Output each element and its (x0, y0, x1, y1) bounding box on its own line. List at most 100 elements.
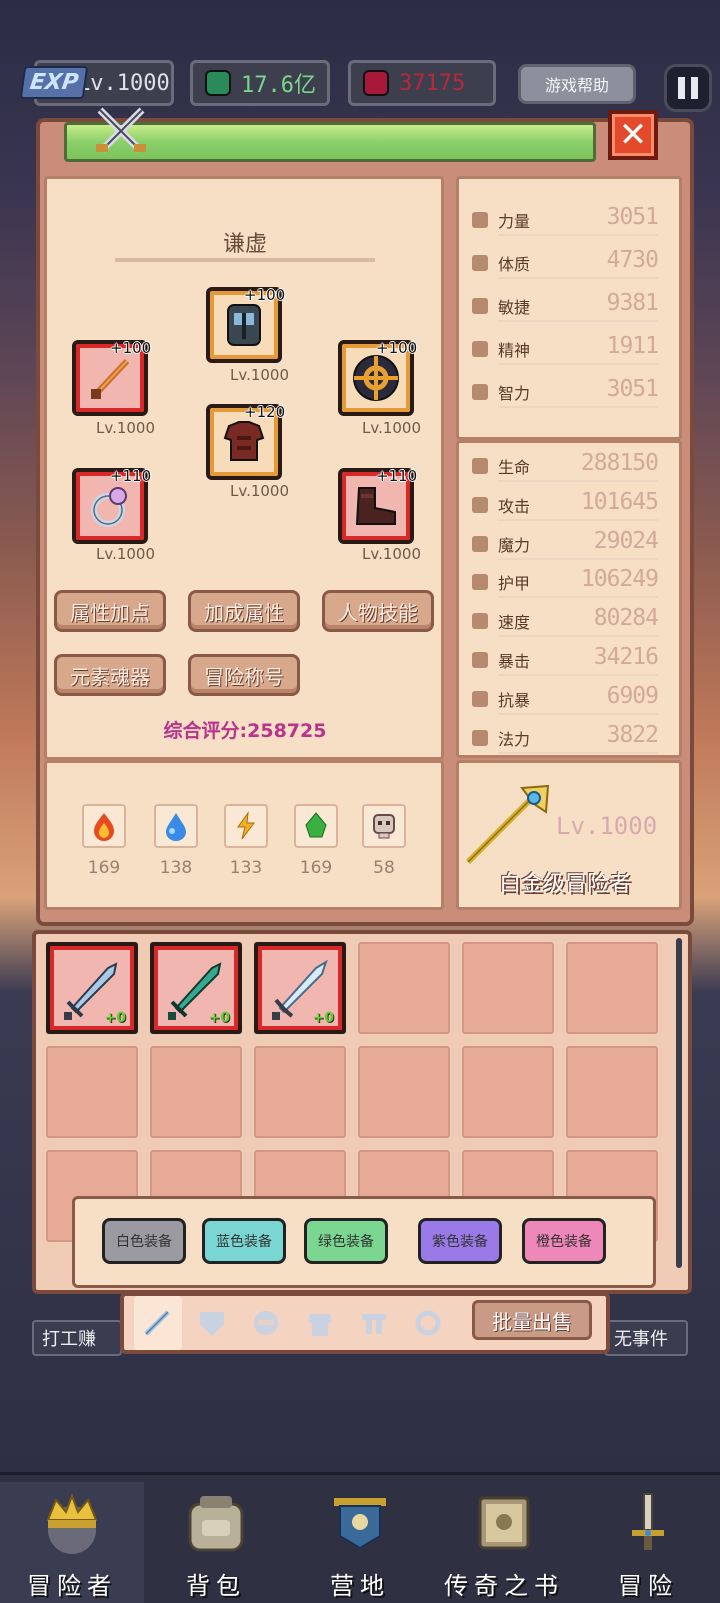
side-work-label: 打工赚 (32, 1320, 122, 1356)
weapon-level: Lv.1000 (96, 419, 156, 437)
stat-icon (472, 255, 488, 271)
stat-label: 暴击 (498, 652, 531, 671)
stat-underline (498, 635, 658, 638)
crossed-swords-icon (96, 107, 146, 153)
stat-label: 速度 (498, 613, 531, 633)
stat-icon (472, 496, 488, 513)
stat-value: 1911 (606, 333, 659, 359)
stat-underline (498, 712, 658, 715)
armor-plus: +120 (244, 403, 286, 421)
book-icon (478, 1496, 530, 1550)
stat-value: 288150 (580, 450, 659, 476)
inventory-slot-empty[interactable] (462, 942, 554, 1034)
nav-label: 冒险者 (27, 1572, 117, 1600)
stat-icon (472, 535, 488, 552)
stat-icon (472, 652, 488, 668)
attribute-points-button[interactable]: 属性加点 (54, 590, 166, 632)
stat-value: 3051 (606, 376, 659, 402)
tab-sword-icon[interactable] (142, 1308, 174, 1338)
armor-level: Lv.1000 (230, 482, 290, 500)
sword-icon (91, 358, 130, 399)
stat-label: 力量 (498, 212, 531, 231)
pause-icon-bar (678, 77, 685, 99)
adventure-title-button[interactable]: 冒险称号 (188, 654, 300, 696)
pause-button[interactable] (664, 64, 712, 112)
inventory-scrollbar[interactable] (676, 938, 682, 1268)
close-button[interactable]: ✕ (608, 110, 658, 160)
nav-camp[interactable]: 营地 (288, 1482, 432, 1603)
stat-label: 抗暴 (498, 690, 531, 710)
inventory-slot-empty[interactable] (566, 1046, 658, 1138)
filter-white-button[interactable]: 白色装备 (102, 1218, 186, 1264)
shield-icon (353, 355, 399, 401)
pause-icon-bar (691, 77, 698, 99)
stat-icon (472, 613, 488, 630)
stat-row: 速度 80284 (472, 605, 659, 638)
filter-blue-button[interactable]: 蓝色装备 (202, 1218, 286, 1264)
item-plus: +0 (104, 1010, 126, 1026)
overall-score: 综合评分:258725 (163, 720, 327, 742)
stat-label: 生命 (498, 458, 531, 477)
inventory-slot[interactable]: +0 (150, 942, 242, 1034)
stat-value: 106249 (580, 566, 659, 593)
stat-icon (472, 298, 488, 314)
nav-legend-book[interactable]: 传奇之书 (432, 1482, 576, 1603)
inventory-slot-empty[interactable] (150, 1046, 242, 1138)
inventory-slot-empty[interactable] (254, 1046, 346, 1138)
level-text: Lv.1000 (77, 70, 170, 96)
filter-purple-button[interactable]: 紫色装备 (418, 1218, 502, 1264)
side-event-label: 无事件 (604, 1320, 688, 1356)
element-soul-button[interactable]: 元素魂器 (54, 654, 166, 696)
name-divider (115, 258, 375, 262)
nav-label: 传奇之书 (444, 1572, 564, 1600)
gem-display: 37175 (348, 60, 496, 106)
gold-display: 17.6亿 (190, 60, 330, 106)
nav-adventurer[interactable]: 冒险者 (0, 1482, 144, 1603)
stat-row: 敏捷 9381 (472, 290, 659, 322)
stat-value: 6909 (606, 682, 659, 709)
stat-underline (498, 596, 658, 599)
backpack-icon (188, 1496, 244, 1552)
bulk-sell-button[interactable]: 批量出售 (472, 1300, 592, 1340)
inventory-slot-empty[interactable] (566, 942, 658, 1034)
nav-label: 背包 (186, 1572, 246, 1600)
nav-adventure[interactable]: 冒险 (576, 1482, 720, 1603)
inventory-slot[interactable]: +0 (254, 942, 346, 1034)
stat-underline (498, 363, 658, 365)
stat-icon (472, 458, 488, 474)
inventory-slot-empty[interactable] (358, 1046, 450, 1138)
tab-armor-icon[interactable] (304, 1308, 336, 1338)
helmet-plus: +100 (244, 286, 286, 304)
tab-helmet-icon[interactable] (250, 1308, 282, 1338)
nav-backpack[interactable]: 背包 (144, 1482, 288, 1603)
stat-icon (472, 690, 488, 707)
tab-boots-icon[interactable] (358, 1308, 390, 1338)
stat-underline (498, 518, 658, 521)
character-skills-button[interactable]: 人物技能 (322, 590, 434, 632)
stat-row: 抗暴 6909 (472, 682, 659, 715)
inventory-slot[interactable]: +0 (46, 942, 138, 1034)
filter-green-button[interactable]: 绿色装备 (304, 1218, 388, 1264)
stat-underline (498, 480, 658, 482)
inventory-slot-empty[interactable] (358, 942, 450, 1034)
stat-icon (472, 384, 488, 400)
close-icon: ✕ (618, 115, 648, 155)
tab-shield-icon[interactable] (196, 1308, 228, 1338)
filter-orange-button[interactable]: 橙色装备 (522, 1218, 606, 1264)
ring-icon (91, 487, 127, 527)
fire-icon (82, 804, 126, 848)
game-help-button[interactable]: 游戏帮助 (518, 64, 636, 104)
bonus-attributes-button[interactable]: 加成属性 (188, 590, 300, 632)
earth-icon (294, 804, 338, 848)
ring-plus: +110 (110, 467, 152, 485)
weapon-plus: +100 (110, 339, 152, 357)
camp-banner-icon (334, 1498, 386, 1550)
inventory-slot-empty[interactable] (462, 1046, 554, 1138)
crown-icon (46, 1493, 98, 1554)
gem-text: 37175 (399, 70, 466, 96)
inventory-slot-empty[interactable] (46, 1046, 138, 1138)
item-plus: +0 (312, 1010, 334, 1026)
offhand-level: Lv.1000 (362, 419, 422, 437)
stat-label: 体质 (498, 255, 531, 274)
tab-ring-icon[interactable] (412, 1308, 444, 1338)
